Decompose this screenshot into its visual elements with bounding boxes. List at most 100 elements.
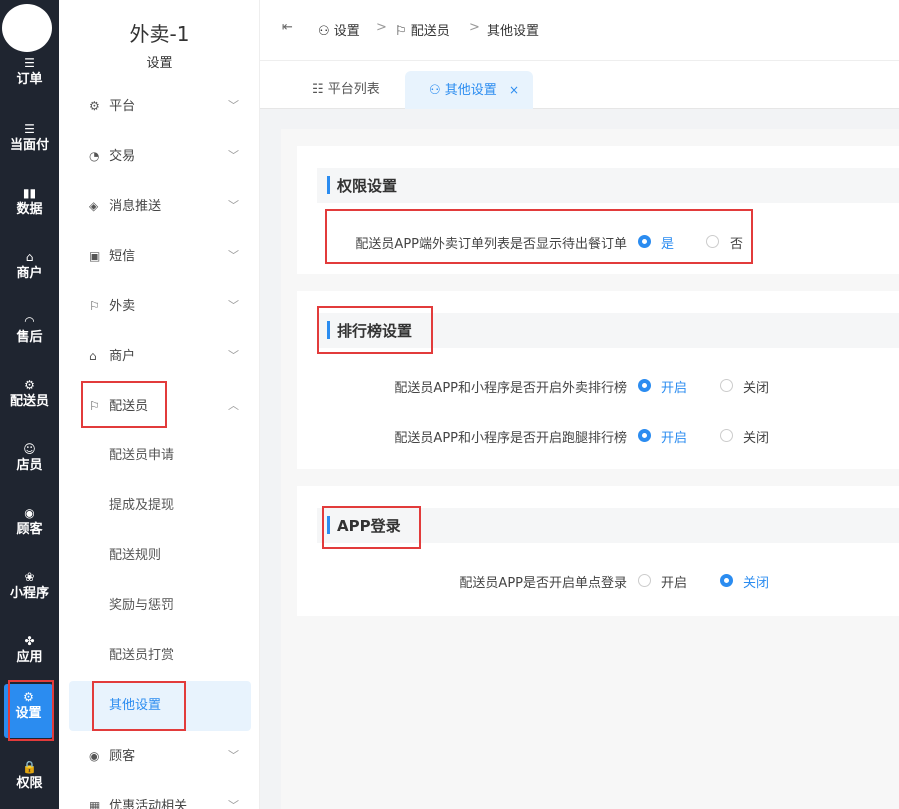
user-circle-icon: ◉ <box>89 749 100 763</box>
submenu-rewards-penalties[interactable]: 奖励与惩罚 <box>109 594 174 618</box>
users-icon: ☺ <box>23 442 36 456</box>
breadcrumb-settings[interactable]: ⚇ 设置 <box>318 20 360 39</box>
radio-enable[interactable] <box>638 429 651 442</box>
list-icon: ☰ <box>24 56 35 70</box>
radio-disable[interactable] <box>720 429 733 442</box>
radio-yes[interactable] <box>638 235 651 248</box>
user-circle-icon: ◉ <box>24 506 35 520</box>
setting-label: 配送员APP是否开启单点登录 <box>459 576 627 591</box>
radio-disable[interactable] <box>720 379 733 392</box>
ranking-settings-card: 排行榜设置 配送员APP和小程序是否开启外卖排行榜 开启 关闭 配送员APP和小… <box>297 291 899 469</box>
apps-icon: ✤ <box>24 634 35 648</box>
menu-item-label: 外卖 <box>109 299 136 314</box>
list-icon: ☷ <box>312 82 328 97</box>
radio-label[interactable]: 开启 <box>661 427 687 446</box>
setting-label: 配送员APP端外卖订单列表是否显示待出餐订单 <box>355 237 627 252</box>
permission-settings-card: 权限设置 配送员APP端外卖订单列表是否显示待出餐订单 是 否 <box>297 146 899 274</box>
tab-other-settings[interactable]: ⚇ 其他设置 × <box>405 71 534 109</box>
rail-item-merchant[interactable]: ⌂ 商户 <box>0 242 59 302</box>
breadcrumb-separator: > <box>469 20 480 35</box>
scooter-icon: ⚐ <box>395 24 411 39</box>
menu-item-label: 交易 <box>109 149 136 164</box>
radio-disable[interactable] <box>720 574 733 587</box>
user-gear-icon: ⚇ <box>429 83 445 98</box>
rail-item-apps[interactable]: ✤ 应用 <box>0 626 59 686</box>
rail-item-after-sales[interactable]: ◠ 售后 <box>0 306 59 366</box>
section-accent-bar <box>327 321 330 339</box>
store-icon: ⌂ <box>25 250 34 264</box>
chevron-down-icon: ﹀ <box>228 749 239 762</box>
chevron-down-icon: ﹀ <box>228 299 239 312</box>
settings-sidebar: 外卖-1 设置 ⚙ 平台 ﹀ ◔ 交易 ﹀ ◈ 消息推送 ﹀ ▣ 短信 ﹀ ⚐ … <box>59 0 260 809</box>
menu-item-merchant[interactable]: ⌂ 商户 ﹀ <box>89 344 239 368</box>
section-header: APP登录 <box>317 508 899 543</box>
submenu-courier-tips[interactable]: 配送员打赏 <box>109 644 174 668</box>
rail-item-orders[interactable]: ☰ 订单 <box>0 52 59 112</box>
submenu-courier-apply[interactable]: 配送员申请 <box>109 444 174 468</box>
app-login-card: APP登录 配送员APP是否开启单点登录 开启 关闭 <box>297 486 899 616</box>
tab-platform-list[interactable]: ☷ 平台列表 <box>312 71 380 109</box>
rail-item-miniprogram[interactable]: ❀ 小程序 <box>0 562 59 622</box>
tab-bar: ☷ 平台列表 ⚇ 其他设置 × <box>260 61 899 109</box>
radio-label[interactable]: 关闭 <box>743 572 769 591</box>
rail-item-label: 顾客 <box>16 522 43 537</box>
list-icon: ☰ <box>24 122 35 136</box>
menu-item-label: 顾客 <box>109 749 136 764</box>
radio-label[interactable]: 是 <box>661 233 674 252</box>
rail-item-label: 商户 <box>16 266 43 281</box>
menu-item-trade[interactable]: ◔ 交易 ﹀ <box>89 144 239 168</box>
submenu-commission[interactable]: 提成及提现 <box>109 494 174 518</box>
store-icon: ⌂ <box>89 349 97 363</box>
menu-item-courier[interactable]: ⚐ 配送员 ︿ <box>89 394 239 418</box>
menu-item-customer[interactable]: ◉ 顾客 ﹀ <box>89 744 239 768</box>
radio-label[interactable]: 关闭 <box>743 427 769 446</box>
rail-item-label: 设置 <box>15 706 42 721</box>
rail-item-permissions[interactable]: 🔒 权限 <box>0 752 59 809</box>
bar-chart-icon: ▮▮ <box>22 186 37 200</box>
rail-item-label: 订单 <box>16 72 43 87</box>
menu-item-label: 优惠活动相关 <box>109 799 188 809</box>
section-header: 排行榜设置 <box>317 313 899 348</box>
radio-no[interactable] <box>706 235 719 248</box>
menu-item-sms[interactable]: ▣ 短信 ﹀ <box>89 244 239 268</box>
sidebar-subtitle: 设置 <box>146 56 173 71</box>
chevron-down-icon: ﹀ <box>228 799 239 809</box>
scooter-icon: ⚙ <box>24 378 35 392</box>
chevron-up-icon: ︿ <box>228 399 239 412</box>
collapse-menu-icon[interactable]: ⇤ <box>282 20 293 35</box>
wechat-icon: ❀ <box>24 570 35 584</box>
lock-icon: 🔒 <box>22 760 37 774</box>
menu-item-label: 消息推送 <box>109 199 162 214</box>
scooter-icon: ⚐ <box>89 399 100 413</box>
radio-enable[interactable] <box>638 574 651 587</box>
rail-item-label: 数据 <box>16 202 43 217</box>
section-title: APP登录 <box>337 517 401 535</box>
rail-item-label: 小程序 <box>9 586 49 601</box>
rail-item-face-pay[interactable]: ☰ 当面付 <box>0 114 59 174</box>
menu-item-platform[interactable]: ⚙ 平台 ﹀ <box>89 94 239 118</box>
breadcrumb-courier[interactable]: ⚐ 配送员 <box>395 20 450 39</box>
submenu-delivery-rules[interactable]: 配送规则 <box>109 544 161 568</box>
rail-item-data[interactable]: ▮▮ 数据 <box>0 178 59 238</box>
radio-label[interactable]: 开启 <box>661 377 687 396</box>
menu-item-promotions[interactable]: ▦ 优惠活动相关 ﹀ <box>89 794 239 809</box>
radio-label[interactable]: 开启 <box>661 572 687 591</box>
rail-item-settings[interactable]: ⚙ 设置 <box>4 684 53 738</box>
section-accent-bar <box>327 176 330 194</box>
rail-item-courier[interactable]: ⚙ 配送员 <box>0 370 59 430</box>
tab-close-icon[interactable]: × <box>509 83 519 97</box>
menu-item-label: 配送员 <box>109 399 149 414</box>
radio-label[interactable]: 关闭 <box>743 377 769 396</box>
rail-item-clerk[interactable]: ☺ 店员 <box>0 434 59 494</box>
menu-item-push[interactable]: ◈ 消息推送 ﹀ <box>89 194 239 218</box>
submenu-other-settings[interactable]: 其他设置 <box>109 694 161 718</box>
menu-item-takeout[interactable]: ⚐ 外卖 ﹀ <box>89 294 239 318</box>
main-content: 权限设置 配送员APP端外卖订单列表是否显示待出餐订单 是 否 排行榜设置 配送… <box>281 129 899 809</box>
radio-enable[interactable] <box>638 379 651 392</box>
rail-item-customer[interactable]: ◉ 顾客 <box>0 498 59 558</box>
send-icon: ◈ <box>89 199 99 213</box>
rail-item-label: 权限 <box>16 776 43 791</box>
top-bar: ⇤ ⚇ 设置 > ⚐ 配送员 > 其他设置 <box>260 0 899 61</box>
radio-label[interactable]: 否 <box>730 233 743 252</box>
headset-icon: ◠ <box>24 314 35 328</box>
